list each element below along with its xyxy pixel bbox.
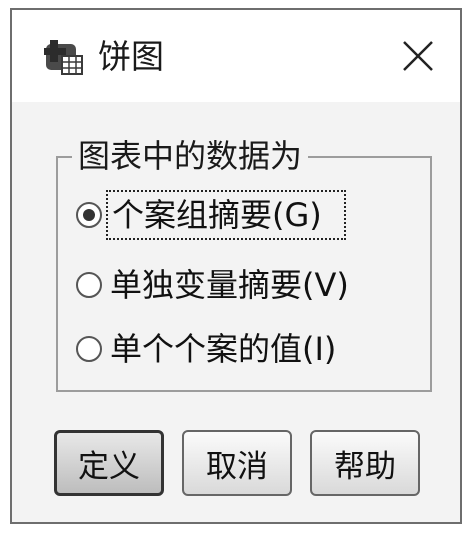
radio-button-icon[interactable] [76, 272, 102, 298]
data-in-chart-groupbox: 图表中的数据为 个案组摘要(G) 单独变量摘要(V) 单个个案的值(I) [56, 136, 432, 392]
help-button[interactable]: 帮助 [310, 430, 420, 496]
radio-button-selected-icon[interactable] [76, 202, 102, 228]
close-button[interactable] [398, 36, 438, 76]
groupbox-legend: 图表中的数据为 [72, 136, 309, 176]
radio-summaries-for-groups[interactable]: 个案组摘要(G) [76, 190, 346, 240]
radio-dot [83, 209, 95, 221]
dialog-title: 饼图 [98, 37, 164, 76]
define-button[interactable]: 定义 [54, 430, 164, 496]
radio-summaries-of-variables[interactable]: 单独变量摘要(V) [76, 262, 349, 308]
close-icon [403, 41, 433, 71]
pie-chart-dialog: 饼图 图表中的数据为 个案组摘要(G) 单独变量摘要(V) 单个个案的值(I) … [10, 8, 462, 524]
cancel-button[interactable]: 取消 [182, 430, 292, 496]
radio-label: 单个个案的值(I) [110, 330, 337, 368]
radio-button-icon[interactable] [76, 336, 102, 362]
title-bar: 饼图 [12, 10, 460, 102]
radio-label: 单独变量摘要(V) [110, 266, 349, 304]
radio-label: 个案组摘要(G) [106, 190, 346, 240]
pie-chart-app-icon [42, 36, 84, 76]
radio-values-of-individual-cases[interactable]: 单个个案的值(I) [76, 326, 336, 372]
